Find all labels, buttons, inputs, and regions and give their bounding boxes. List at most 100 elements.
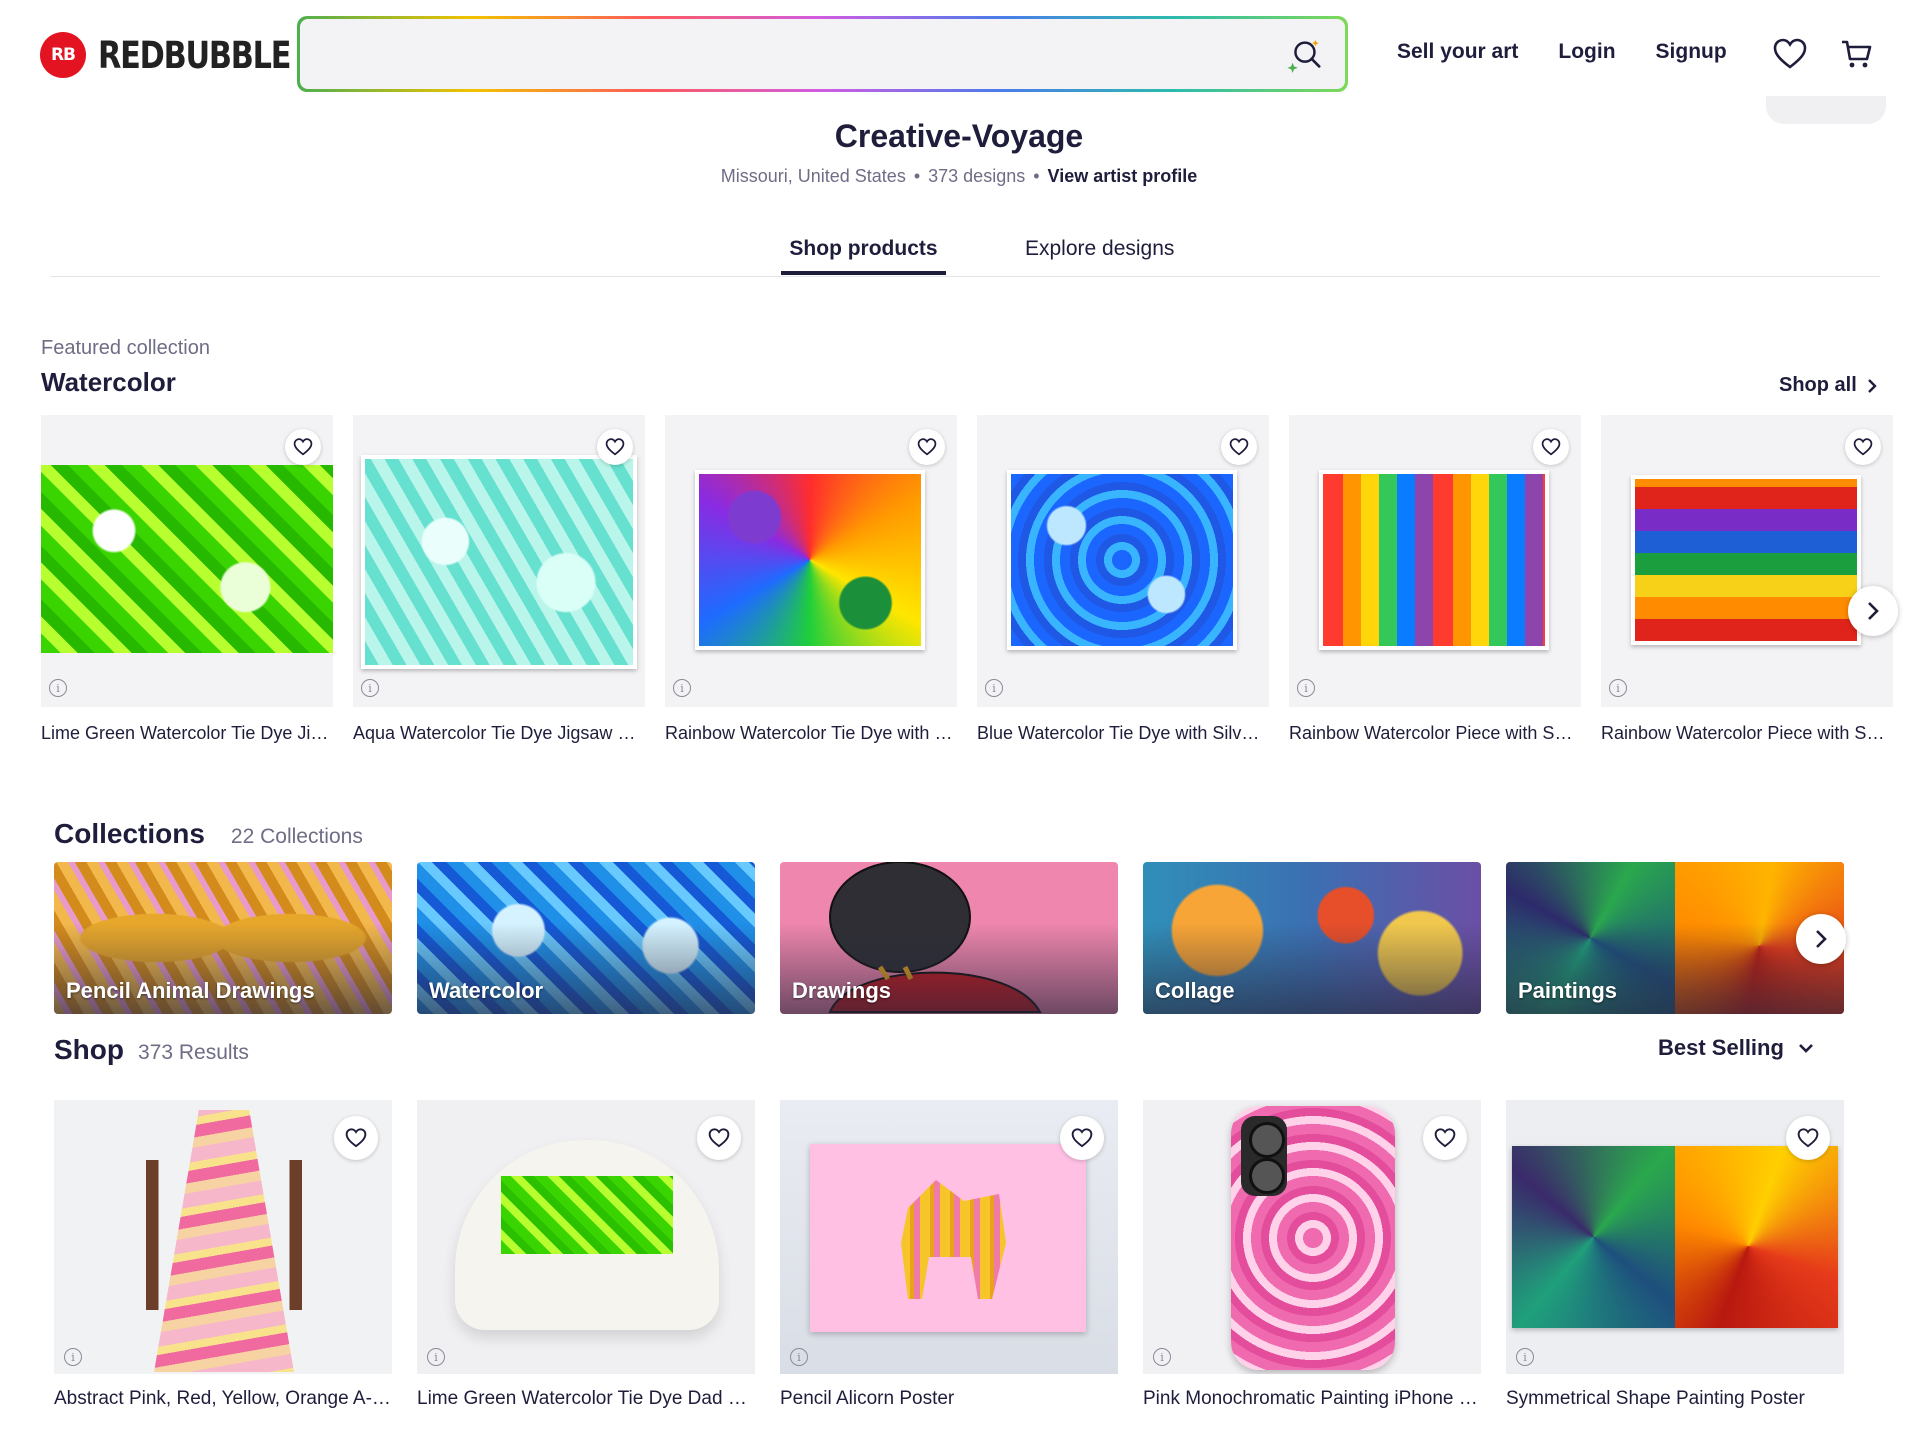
product-title[interactable]: Pencil Alicorn Poster xyxy=(780,1388,1118,1410)
product-title[interactable]: Symmetrical Shape Painting Poster xyxy=(1506,1388,1844,1410)
featured-item[interactable]: i Rainbow Watercolor Piece with Symmetry xyxy=(1289,415,1581,744)
featured-collection-title: Watercolor xyxy=(41,367,176,397)
favorite-button[interactable] xyxy=(285,429,321,465)
product-title[interactable]: Aqua Watercolor Tie Dye Jigsaw Puzzle xyxy=(353,723,645,744)
favorite-button[interactable] xyxy=(597,429,633,465)
sort-label: Best Selling xyxy=(1658,1035,1784,1060)
product-image[interactable]: i xyxy=(41,415,333,707)
product-card[interactable]: i Symmetrical Shape Painting Poster xyxy=(1506,1100,1844,1410)
logo-wordmark: REDBUBBLE xyxy=(98,33,292,77)
alicorn-drawing xyxy=(901,1180,1006,1299)
info-icon[interactable]: i xyxy=(427,1348,445,1366)
favorite-button[interactable] xyxy=(909,429,945,465)
info-icon[interactable]: i xyxy=(790,1348,808,1366)
favorite-button[interactable] xyxy=(1786,1116,1830,1160)
collection-card[interactable]: Pencil Animal Drawings xyxy=(54,862,392,1014)
info-icon[interactable]: i xyxy=(64,1348,82,1366)
info-icon[interactable]: i xyxy=(361,679,379,697)
info-icon[interactable]: i xyxy=(985,679,1003,697)
product-title[interactable]: Pink Monochromatic Painting iPhone Case xyxy=(1143,1388,1481,1410)
shop-all-link[interactable]: Shop all xyxy=(1779,374,1877,397)
favorite-button[interactable] xyxy=(334,1116,378,1160)
product-title[interactable]: Blue Watercolor Tie Dye with Silver Swir… xyxy=(977,723,1269,744)
product-title[interactable]: Rainbow Watercolor Piece with Symmetry xyxy=(1601,723,1893,744)
tab-explore-designs[interactable]: Explore designs xyxy=(1025,237,1174,271)
search-bar[interactable] xyxy=(297,16,1348,92)
login-link[interactable]: Login xyxy=(1558,40,1615,64)
collection-label: Drawings xyxy=(792,978,892,1003)
camera-module xyxy=(1241,1116,1287,1196)
heart-icon[interactable] xyxy=(1773,38,1807,70)
favorite-button[interactable] xyxy=(1221,429,1257,465)
info-icon[interactable]: i xyxy=(1516,1348,1534,1366)
info-icon[interactable]: i xyxy=(1297,679,1315,697)
product-image[interactable]: i xyxy=(353,415,645,707)
product-image[interactable]: i xyxy=(417,1100,755,1374)
favorite-button[interactable] xyxy=(1845,429,1881,465)
featured-item[interactable]: i Rainbow Watercolor Piece with Symmetry xyxy=(1601,415,1893,744)
logo-mark-icon: RB xyxy=(40,32,86,78)
favorite-button[interactable] xyxy=(1533,429,1569,465)
product-image[interactable]: i xyxy=(665,415,957,707)
product-image[interactable]: i xyxy=(1289,415,1581,707)
collection-card[interactable]: Paintings xyxy=(1506,862,1844,1014)
info-icon[interactable]: i xyxy=(673,679,691,697)
product-image[interactable]: i xyxy=(977,415,1269,707)
product-image[interactable]: i xyxy=(1506,1100,1844,1374)
product-image[interactable]: i xyxy=(54,1100,392,1374)
collections-carousel: Pencil Animal Drawings Watercolor Drawin… xyxy=(54,862,1894,1014)
chevron-down-icon xyxy=(1799,1044,1813,1053)
cart-icon[interactable] xyxy=(1840,38,1874,70)
collection-card[interactable]: Collage xyxy=(1143,862,1481,1014)
header-nav: Sell your art Login Signup xyxy=(1397,40,1727,64)
product-image[interactable]: i xyxy=(1601,415,1893,707)
heart-icon xyxy=(1541,438,1561,456)
product-card[interactable]: i Pink Monochromatic Painting iPhone Cas… xyxy=(1143,1100,1481,1410)
search-input[interactable] xyxy=(300,19,1345,89)
rainbow-swirl-art xyxy=(695,470,925,650)
rainbow-symmetry-art xyxy=(1631,475,1861,645)
artist-design-count: 373 designs xyxy=(928,166,1026,186)
product-image[interactable]: i xyxy=(1143,1100,1481,1374)
product-title[interactable]: Rainbow Watercolor Tie Dye with Silver S… xyxy=(665,723,957,744)
view-artist-profile-link[interactable]: View artist profile xyxy=(1048,166,1198,186)
featured-item[interactable]: i Aqua Watercolor Tie Dye Jigsaw Puzzle xyxy=(353,415,645,744)
info-icon[interactable]: i xyxy=(49,679,67,697)
featured-carousel: i Lime Green Watercolor Tie Dye Jigsaw P… xyxy=(41,415,1898,755)
info-icon[interactable]: i xyxy=(1609,679,1627,697)
product-grid: i Abstract Pink, Red, Yellow, Orange A-L… xyxy=(54,1100,1894,1430)
product-title[interactable]: Lime Green Watercolor Tie Dye Jigsaw Puz… xyxy=(41,723,333,744)
collections-next-button[interactable] xyxy=(1796,914,1846,964)
shop-result-count: 373 Results xyxy=(138,1041,249,1064)
sell-your-art-link[interactable]: Sell your art xyxy=(1397,40,1518,64)
sparkle-search-icon[interactable] xyxy=(1285,36,1323,74)
product-card[interactable]: i Pencil Alicorn Poster xyxy=(780,1100,1118,1410)
featured-collection-label: Featured collection xyxy=(41,337,210,359)
product-title[interactable]: Abstract Pink, Red, Yellow, Orange A-Lin… xyxy=(54,1388,392,1410)
collection-label: Watercolor xyxy=(429,978,544,1003)
favorite-button[interactable] xyxy=(1423,1116,1467,1160)
product-title[interactable]: Rainbow Watercolor Piece with Symmetry xyxy=(1289,723,1581,744)
featured-item[interactable]: i Lime Green Watercolor Tie Dye Jigsaw P… xyxy=(41,415,333,744)
product-card[interactable]: i Abstract Pink, Red, Yellow, Orange A-L… xyxy=(54,1100,392,1410)
info-icon[interactable]: i xyxy=(1153,1348,1171,1366)
heart-icon xyxy=(1071,1128,1093,1148)
featured-item[interactable]: i Rainbow Watercolor Tie Dye with Silver… xyxy=(665,415,957,744)
featured-item[interactable]: i Blue Watercolor Tie Dye with Silver Sw… xyxy=(977,415,1269,744)
sort-dropdown[interactable]: Best Selling xyxy=(1658,1035,1814,1061)
carousel-next-button[interactable] xyxy=(1848,586,1898,636)
aqua-watercolor-art xyxy=(361,455,637,669)
site-header: RB REDBUBBLE Sell your art Login Signup xyxy=(0,0,1918,108)
artist-name: Creative-Voyage xyxy=(834,118,1084,154)
favorite-button[interactable] xyxy=(697,1116,741,1160)
product-card[interactable]: i Lime Green Watercolor Tie Dye Dad Hat xyxy=(417,1100,755,1410)
redbubble-logo[interactable]: RB REDBUBBLE xyxy=(40,32,332,78)
collection-card[interactable]: Drawings xyxy=(780,862,1118,1014)
collection-card[interactable]: Watercolor xyxy=(417,862,755,1014)
favorite-button[interactable] xyxy=(1060,1116,1104,1160)
heart-icon xyxy=(1434,1128,1456,1148)
signup-link[interactable]: Signup xyxy=(1656,40,1727,64)
tab-shop-products[interactable]: Shop products xyxy=(781,237,946,275)
product-title[interactable]: Lime Green Watercolor Tie Dye Dad Hat xyxy=(417,1388,755,1410)
product-image[interactable]: i xyxy=(780,1100,1118,1374)
